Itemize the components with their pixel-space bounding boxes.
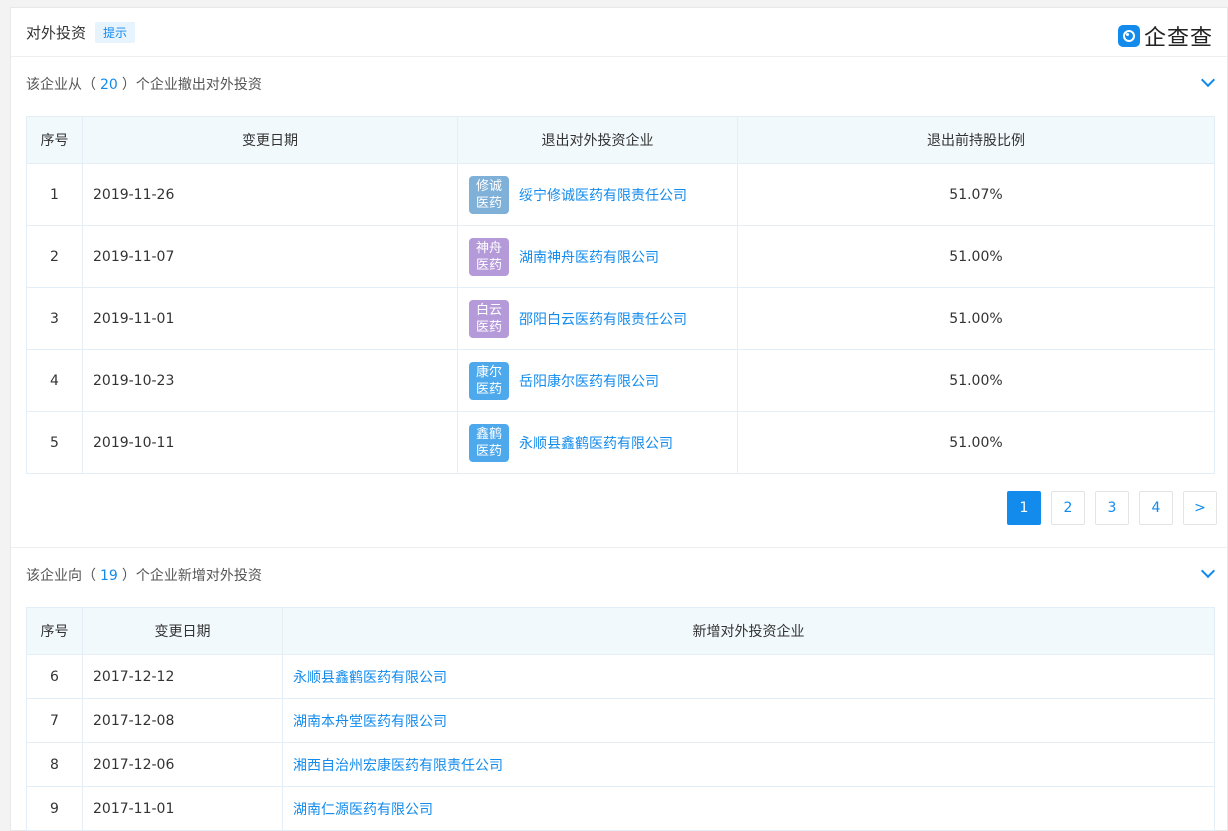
row-percent: 51.00%: [737, 349, 1215, 412]
qichacha-logo: 企查查: [1117, 20, 1213, 52]
row-company-cell: 修诚 医药 绥宁修诚医药有限责任公司: [457, 163, 738, 226]
company-link[interactable]: 永顺县鑫鹤医药有限公司: [293, 670, 447, 686]
row-date: 2019-11-07: [82, 225, 458, 288]
row-index: 8: [26, 742, 83, 787]
row-company-cell: 永顺县鑫鹤医药有限公司: [282, 654, 1215, 699]
table-row: 9 2017-11-01 湖南仁源医药有限公司: [26, 786, 1215, 831]
page-button[interactable]: 4: [1139, 491, 1173, 525]
row-index: 4: [26, 349, 83, 412]
tip-badge[interactable]: 提示: [95, 22, 136, 43]
company-wrap: 鑫鹤 医药 永顺县鑫鹤医药有限公司: [459, 423, 736, 462]
col-date: 变更日期: [82, 607, 283, 655]
company-link[interactable]: 永顺县鑫鹤医药有限公司: [519, 433, 673, 453]
page-button[interactable]: 2: [1051, 491, 1085, 525]
next-page-button[interactable]: >: [1183, 491, 1217, 525]
section-new-count: 19: [100, 568, 118, 584]
company-link[interactable]: 湖南神舟医药有限公司: [519, 247, 659, 267]
section-divider: [11, 547, 1227, 548]
qichacha-logo-icon: [1117, 25, 1140, 47]
company-link[interactable]: 湖南本舟堂医药有限公司: [293, 714, 447, 730]
row-date: 2019-10-23: [82, 349, 458, 412]
chevron-down-icon[interactable]: [1200, 72, 1216, 88]
section-exit-suffix: ）个企业撤出对外投资: [121, 77, 262, 93]
company-logo[interactable]: 康尔 医药: [469, 361, 509, 400]
section-exit-heading: 该企业从（ 20 ）个企业撤出对外投资: [26, 74, 262, 94]
table-header-row: 序号 变更日期 新增对外投资企业: [26, 607, 1215, 655]
row-index: 3: [26, 287, 83, 350]
page-button[interactable]: 3: [1095, 491, 1129, 525]
row-percent: 51.00%: [737, 287, 1215, 350]
col-date: 变更日期: [82, 116, 458, 164]
row-index: 9: [26, 786, 83, 831]
row-percent: 51.00%: [737, 411, 1215, 474]
table-row: 1 2019-11-26 修诚 医药 绥宁修诚医药有限责任公司 51.07%: [26, 163, 1215, 226]
section-exit-prefix: 该企业从（: [26, 77, 96, 93]
col-company: 新增对外投资企业: [282, 607, 1215, 655]
row-company-cell: 鑫鹤 医药 永顺县鑫鹤医药有限公司: [457, 411, 738, 474]
row-date: 2017-12-12: [82, 654, 283, 699]
company-logo[interactable]: 修诚 医药: [469, 175, 509, 214]
row-date: 2017-12-06: [82, 742, 283, 787]
company-wrap: 康尔 医药 岳阳康尔医药有限公司: [459, 361, 736, 400]
row-date: 2019-11-01: [82, 287, 458, 350]
chevron-down-icon[interactable]: [1200, 563, 1216, 579]
logo-text: 企查查: [1143, 26, 1213, 51]
row-company-cell: 白云 医药 邵阳白云医药有限责任公司: [457, 287, 738, 350]
table-row: 2 2019-11-07 神舟 医药 湖南神舟医药有限公司 51.00%: [26, 225, 1215, 288]
row-company-cell: 康尔 医药 岳阳康尔医药有限公司: [457, 349, 738, 412]
page-title: 对外投资: [26, 24, 87, 42]
col-percent: 退出前持股比例: [737, 116, 1215, 164]
col-index: 序号: [26, 607, 83, 655]
panel-header: 对外投资 提示 企查查: [11, 8, 1227, 57]
table-row: 5 2019-10-11 鑫鹤 医药 永顺县鑫鹤医药有限公司 51.00%: [26, 411, 1215, 474]
investment-panel: 对外投资 提示 企查查 该企业从（ 20 ）个企业撤出对外投资 序号 变更日期 退出…: [10, 7, 1228, 831]
page-button[interactable]: 1: [1007, 491, 1041, 525]
table-row: 6 2017-12-12 永顺县鑫鹤医药有限公司: [26, 654, 1215, 699]
company-wrap: 白云 医药 邵阳白云医药有限责任公司: [459, 299, 736, 338]
row-index: 6: [26, 654, 83, 699]
row-index: 2: [26, 225, 83, 288]
company-link[interactable]: 湖南仁源医药有限公司: [293, 802, 433, 818]
company-link[interactable]: 湘西自治州宏康医药有限责任公司: [293, 758, 503, 774]
company-link[interactable]: 岳阳康尔医药有限公司: [519, 371, 659, 391]
row-index: 7: [26, 698, 83, 743]
col-company: 退出对外投资企业: [457, 116, 738, 164]
company-wrap: 神舟 医药 湖南神舟医药有限公司: [459, 237, 736, 276]
row-date: 2017-12-08: [82, 698, 283, 743]
row-date: 2019-10-11: [82, 411, 458, 474]
company-wrap: 修诚 医药 绥宁修诚医药有限责任公司: [459, 175, 736, 214]
table-row: 4 2019-10-23 康尔 医药 岳阳康尔医药有限公司 51.00%: [26, 349, 1215, 412]
table-row: 3 2019-11-01 白云 医药 邵阳白云医药有限责任公司 51.00%: [26, 287, 1215, 350]
company-logo[interactable]: 神舟 医药: [469, 237, 509, 276]
section-new-suffix: ）个企业新增对外投资: [121, 568, 262, 584]
row-company-cell: 湘西自治州宏康医药有限责任公司: [282, 742, 1215, 787]
row-index: 5: [26, 411, 83, 474]
company-logo[interactable]: 鑫鹤 医药: [469, 423, 509, 462]
company-logo[interactable]: 白云 医药: [469, 299, 509, 338]
new-investment-table: 序号 变更日期 新增对外投资企业 6 2017-12-12 永顺县鑫鹤医药有限公司 7…: [26, 607, 1215, 831]
col-index: 序号: [26, 116, 83, 164]
section-new-prefix: 该企业向（: [26, 568, 96, 584]
section-exit-count: 20: [100, 77, 118, 93]
row-company-cell: 神舟 医药 湖南神舟医药有限公司: [457, 225, 738, 288]
table-header-row: 序号 变更日期 退出对外投资企业 退出前持股比例: [26, 116, 1215, 164]
row-company-cell: 湖南仁源医药有限公司: [282, 786, 1215, 831]
row-percent: 51.07%: [737, 163, 1215, 226]
row-percent: 51.00%: [737, 225, 1215, 288]
row-date: 2019-11-26: [82, 163, 458, 226]
row-index: 1: [26, 163, 83, 226]
pagination: 1 2 3 4 >: [1007, 491, 1227, 525]
exit-investment-table: 序号 变更日期 退出对外投资企业 退出前持股比例 1 2019-11-26 修诚 医…: [26, 116, 1215, 474]
section-new-heading: 该企业向（ 19 ）个企业新增对外投资: [26, 565, 262, 585]
row-date: 2017-11-01: [82, 786, 283, 831]
table-row: 7 2017-12-08 湖南本舟堂医药有限公司: [26, 698, 1215, 743]
table-row: 8 2017-12-06 湘西自治州宏康医药有限责任公司: [26, 742, 1215, 787]
company-link[interactable]: 邵阳白云医药有限责任公司: [519, 309, 687, 329]
row-company-cell: 湖南本舟堂医药有限公司: [282, 698, 1215, 743]
company-link[interactable]: 绥宁修诚医药有限责任公司: [519, 185, 687, 205]
